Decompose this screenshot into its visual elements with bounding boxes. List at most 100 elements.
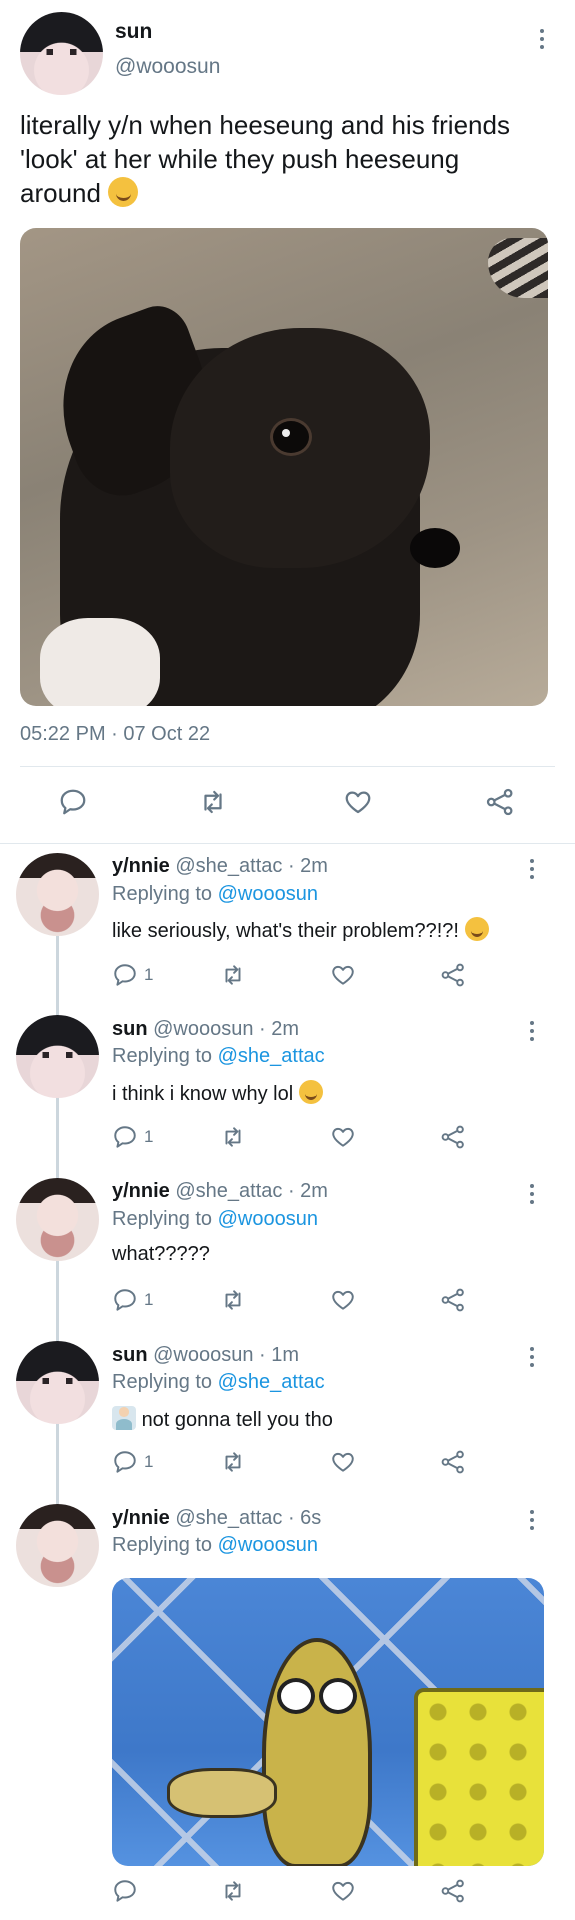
retweet-icon xyxy=(218,1124,248,1150)
tears-of-joy-emoji-icon xyxy=(298,1080,323,1104)
person-shrugging-emoji-icon xyxy=(112,1406,136,1430)
share-button[interactable] xyxy=(440,1287,466,1313)
like-button[interactable] xyxy=(329,1124,357,1150)
reply-count: 1 xyxy=(144,965,154,984)
replying-to: Replying to @wooosun xyxy=(112,1534,318,1557)
heart-icon xyxy=(329,1287,357,1313)
reply-button[interactable]: 1 xyxy=(112,1287,153,1313)
reply-header: sun @wooosun · 1m xyxy=(112,1344,299,1367)
tweet-text: literally y/n when heeseung and his frie… xyxy=(20,108,540,210)
reply-text: i think i know why lol xyxy=(112,1080,323,1106)
reply-text: like seriously, what's their problem??!?… xyxy=(112,917,489,943)
reply-display-name[interactable]: sun xyxy=(112,1018,148,1040)
rolling-laughing-emoji-icon xyxy=(108,177,139,207)
share-icon xyxy=(440,962,466,988)
reply-avatar[interactable] xyxy=(16,1178,99,1261)
retweet-button[interactable] xyxy=(218,1878,248,1904)
retweet-icon xyxy=(218,962,248,988)
reply-display-name[interactable]: y/nnie xyxy=(112,855,170,877)
reply-button[interactable]: 1 xyxy=(112,962,153,988)
retweet-button[interactable] xyxy=(218,1287,248,1313)
reply-meta: @wooosun · 2m xyxy=(153,1018,300,1040)
reply-count: 1 xyxy=(144,1127,154,1146)
replying-to: Replying to @she_attac xyxy=(112,1045,325,1068)
speech-bubble-icon xyxy=(112,962,138,988)
like-button[interactable] xyxy=(329,962,357,988)
more-options-icon[interactable] xyxy=(521,1507,543,1533)
replying-to-link[interactable]: @she_attac xyxy=(218,1045,325,1067)
replying-to-label: Replying to xyxy=(112,1534,213,1556)
speech-bubble-icon xyxy=(112,1878,138,1904)
reply-text-content: i think i know why lol xyxy=(112,1083,294,1105)
reply-meta: @she_attac · 2m xyxy=(175,855,328,877)
speech-bubble-icon xyxy=(112,1287,138,1313)
retweet-button[interactable] xyxy=(218,1124,248,1150)
reply-button[interactable]: 1 xyxy=(112,1124,153,1150)
like-button[interactable] xyxy=(342,787,374,817)
more-options-icon[interactable] xyxy=(531,26,553,52)
heart-icon xyxy=(329,962,357,988)
reply-text-content: like seriously, what's their problem??!?… xyxy=(112,920,459,942)
like-button[interactable] xyxy=(329,1878,357,1904)
reply-display-name[interactable]: y/nnie xyxy=(112,1180,170,1202)
tweet-media-image[interactable] xyxy=(20,228,548,706)
share-icon xyxy=(440,1449,466,1475)
reply-avatar[interactable] xyxy=(16,1015,99,1098)
retweet-button[interactable] xyxy=(196,787,230,817)
speech-bubble-icon xyxy=(58,787,88,817)
heart-icon xyxy=(342,787,374,817)
heart-icon xyxy=(329,1449,357,1475)
reply-avatar[interactable] xyxy=(16,1341,99,1424)
reply-text: not gonna tell you tho xyxy=(112,1406,333,1432)
author-handle[interactable]: @wooosun xyxy=(115,55,220,79)
share-button[interactable] xyxy=(485,787,515,817)
reply-button[interactable] xyxy=(112,1878,138,1904)
reply-button[interactable]: 1 xyxy=(112,1449,153,1475)
reply-button[interactable] xyxy=(58,787,88,817)
share-icon xyxy=(440,1287,466,1313)
more-options-icon[interactable] xyxy=(521,1018,543,1044)
author-avatar[interactable] xyxy=(20,12,103,95)
like-button[interactable] xyxy=(329,1287,357,1313)
share-button[interactable] xyxy=(440,1124,466,1150)
divider xyxy=(0,843,575,844)
retweet-button[interactable] xyxy=(218,962,248,988)
speech-bubble-icon xyxy=(112,1124,138,1150)
reply-header: sun @wooosun · 2m xyxy=(112,1018,299,1041)
retweet-button[interactable] xyxy=(218,1449,248,1475)
retweet-icon xyxy=(218,1878,248,1904)
replying-to-link[interactable]: @wooosun xyxy=(218,1208,318,1230)
like-button[interactable] xyxy=(329,1449,357,1475)
reply-avatar[interactable] xyxy=(16,853,99,936)
replying-to: Replying to @she_attac xyxy=(112,1371,325,1394)
share-button[interactable] xyxy=(440,962,466,988)
share-button[interactable] xyxy=(440,1878,466,1904)
replying-to: Replying to @wooosun xyxy=(112,883,318,906)
more-options-icon[interactable] xyxy=(521,1181,543,1207)
reply-display-name[interactable]: sun xyxy=(112,1344,148,1366)
more-options-icon[interactable] xyxy=(521,1344,543,1370)
replying-to-link[interactable]: @wooosun xyxy=(218,1534,318,1556)
share-button[interactable] xyxy=(440,1449,466,1475)
retweet-icon xyxy=(196,787,230,817)
speech-bubble-icon xyxy=(112,1449,138,1475)
reply-count: 1 xyxy=(144,1290,154,1309)
reply-text-content: not gonna tell you tho xyxy=(141,1409,333,1431)
reply-avatar[interactable] xyxy=(16,1504,99,1587)
reply-header: y/nnie @she_attac · 2m xyxy=(112,855,328,878)
reply-media-image[interactable] xyxy=(112,1578,544,1866)
tweet-text-content: literally y/n when heeseung and his frie… xyxy=(20,110,510,208)
reply-meta: @she_attac · 2m xyxy=(175,1180,328,1202)
reply-meta: @wooosun · 1m xyxy=(153,1344,300,1366)
replying-to: Replying to @wooosun xyxy=(112,1208,318,1231)
replying-to-link[interactable]: @she_attac xyxy=(218,1371,325,1393)
replying-to-label: Replying to xyxy=(112,1045,213,1067)
retweet-icon xyxy=(218,1449,248,1475)
reply-header: y/nnie @she_attac · 6s xyxy=(112,1507,321,1530)
reply-display-name[interactable]: y/nnie xyxy=(112,1507,170,1529)
replying-to-link[interactable]: @wooosun xyxy=(218,883,318,905)
more-options-icon[interactable] xyxy=(521,856,543,882)
tweet-timestamp[interactable]: 05:22 PM · 07 Oct 22 xyxy=(20,723,210,746)
heart-icon xyxy=(329,1878,357,1904)
author-display-name[interactable]: sun xyxy=(115,20,152,44)
